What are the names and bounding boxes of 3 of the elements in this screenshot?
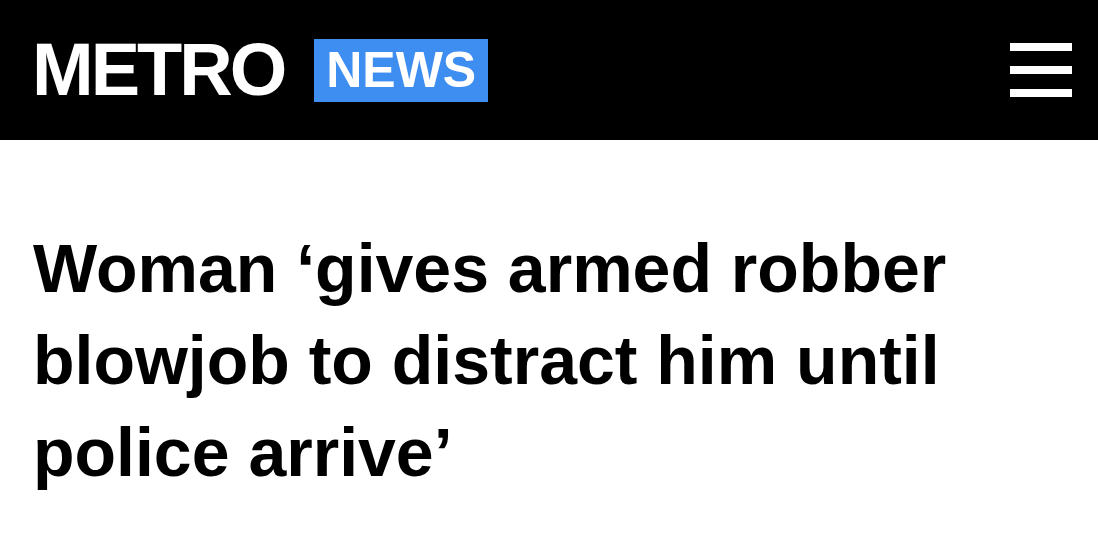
- site-logo[interactable]: METRO: [32, 33, 285, 107]
- menu-icon[interactable]: [1010, 43, 1072, 97]
- headline: Woman ‘gives armed robber blowjob to distract him until police arrive’: [32, 229, 948, 492]
